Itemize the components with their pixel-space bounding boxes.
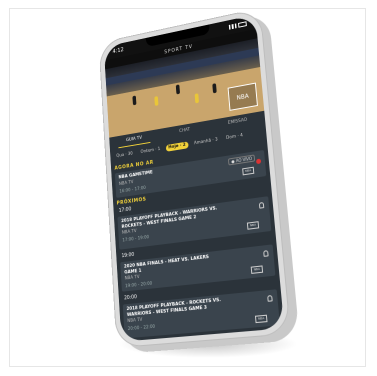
day-chip-today[interactable]: Hoje · 2 bbox=[165, 140, 189, 152]
player-figure bbox=[194, 93, 199, 104]
day-chip-sun[interactable]: Dom · 4 bbox=[223, 131, 246, 142]
bell-icon[interactable] bbox=[263, 250, 269, 257]
phone-body: 4:12 SPORT TV NBA GUIA TV CHAT EMISSAO Q… bbox=[98, 7, 292, 349]
bell-icon[interactable] bbox=[267, 295, 273, 302]
nba-logo-icon: NBA bbox=[246, 221, 260, 230]
status-time: 4:12 bbox=[112, 46, 124, 56]
player-figure bbox=[212, 83, 217, 94]
player-figure bbox=[175, 84, 181, 95]
video-nba-logo: NBA bbox=[227, 82, 258, 111]
status-icons bbox=[228, 21, 247, 30]
player-figure bbox=[132, 95, 137, 106]
battery-icon bbox=[238, 21, 247, 28]
day-chip-yesterday[interactable]: Ontem · 1 bbox=[138, 145, 163, 156]
phone-mockup: 4:12 SPORT TV NBA GUIA TV CHAT EMISSAO Q… bbox=[98, 0, 329, 354]
nba-logo-icon: NBA bbox=[254, 314, 268, 324]
nba-logo-icon: NBA bbox=[250, 265, 264, 274]
player-figure bbox=[154, 96, 159, 107]
day-chip-tomorrow[interactable]: Amanhã · 3 bbox=[191, 136, 221, 148]
signal-icon bbox=[228, 23, 237, 30]
day-chip-wed[interactable]: Qua · 30 bbox=[114, 150, 136, 160]
bell-icon[interactable] bbox=[258, 201, 265, 209]
phone-screen: 4:12 SPORT TV NBA GUIA TV CHAT EMISSAO Q… bbox=[103, 14, 285, 342]
